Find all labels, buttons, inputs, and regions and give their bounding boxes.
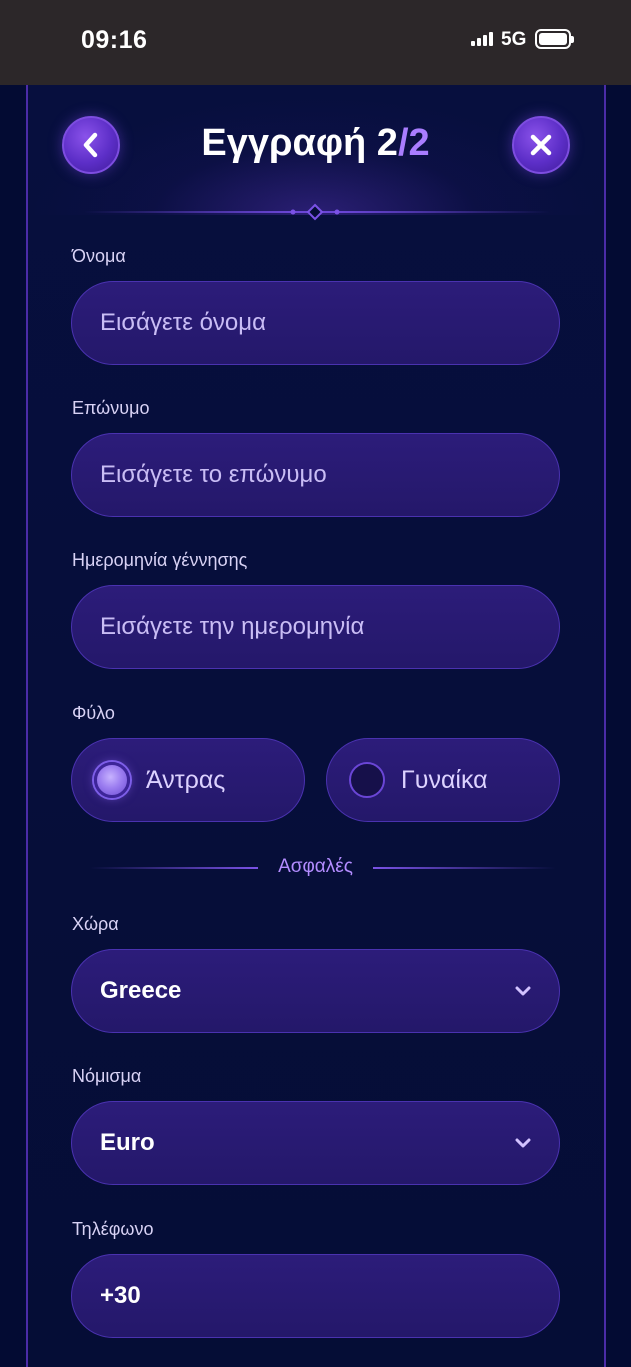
first-name-label: Όνομα bbox=[72, 246, 126, 266]
chevron-down-icon bbox=[515, 1138, 531, 1148]
ornament-icon bbox=[290, 203, 340, 221]
gender-male-label: Άντρας bbox=[146, 765, 226, 794]
last-name-label: Επώνυμο bbox=[72, 398, 150, 418]
gender-label: Φύλο bbox=[72, 703, 115, 723]
chevron-left-icon bbox=[83, 132, 98, 158]
title-step-total: /2 bbox=[397, 122, 430, 164]
phone-input[interactable]: +30 bbox=[71, 1254, 560, 1338]
gender-female-label: Γυναίκα bbox=[401, 765, 488, 794]
divider-line-left bbox=[90, 867, 258, 869]
birth-date-input[interactable]: Εισάγετε την ημερομηνία bbox=[71, 585, 560, 669]
divider-line-right bbox=[373, 867, 556, 869]
title-main: Εγγραφή 2 bbox=[201, 122, 398, 164]
country-select[interactable]: Greece bbox=[71, 949, 560, 1033]
phone-label: Τηλέφωνο bbox=[72, 1219, 154, 1239]
gender-option-female[interactable]: Γυναίκα bbox=[326, 738, 560, 822]
back-button[interactable] bbox=[62, 116, 120, 174]
currency-label: Νόμισμα bbox=[72, 1066, 142, 1086]
network-type: 5G bbox=[501, 29, 527, 50]
first-name-input[interactable]: Εισάγετε όνομα bbox=[71, 281, 560, 365]
radio-selected-icon[interactable] bbox=[94, 762, 130, 798]
status-time: 09:16 bbox=[81, 26, 148, 54]
close-icon bbox=[530, 134, 552, 156]
chevron-down-icon bbox=[515, 986, 531, 996]
battery-icon bbox=[535, 29, 574, 49]
radio-unselected-icon[interactable] bbox=[349, 762, 385, 798]
gender-option-male[interactable]: Άντρας bbox=[71, 738, 305, 822]
country-value: Greece bbox=[100, 977, 182, 1004]
currency-value: Euro bbox=[100, 1129, 155, 1156]
country-label: Χώρα bbox=[72, 914, 119, 934]
section-divider: Ασφαλές bbox=[90, 856, 556, 880]
page-title: Εγγραφή 2/2 bbox=[120, 122, 511, 165]
phone-value: +30 bbox=[100, 1282, 141, 1309]
section-divider-label: Ασφαλές bbox=[278, 856, 353, 877]
birth-date-label: Ημερομηνία γέννησης bbox=[72, 550, 248, 570]
last-name-input[interactable]: Εισάγετε το επώνυμο bbox=[71, 433, 560, 517]
signal-icon bbox=[471, 32, 495, 46]
status-bar: 09:16 5G bbox=[0, 0, 631, 85]
currency-select[interactable]: Euro bbox=[71, 1101, 560, 1185]
close-button[interactable] bbox=[512, 116, 570, 174]
